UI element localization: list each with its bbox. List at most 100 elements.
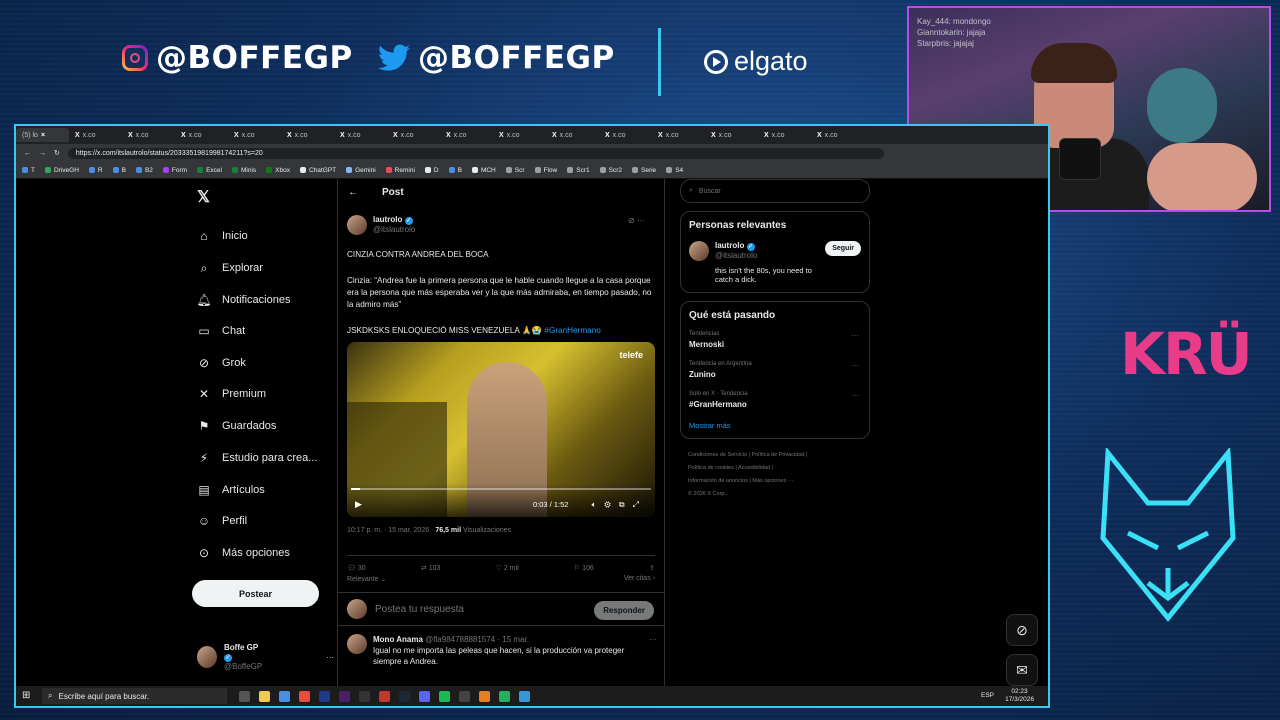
video-player[interactable]: telefe ▶ 0:03 / 1:52 🔈︎⚙︎⧉⤢ bbox=[347, 342, 655, 517]
follow-button[interactable]: Seguir bbox=[825, 241, 861, 256]
reply-input[interactable]: Postea tu respuesta bbox=[375, 604, 464, 615]
task-view-icon[interactable] bbox=[239, 690, 250, 702]
person-row[interactable]: lautrolo ✓ @itslautrolo this isn't the 8… bbox=[689, 241, 861, 284]
tab[interactable]: Xx.co bbox=[122, 128, 175, 142]
grok-icon[interactable]: ⊘ ··· bbox=[628, 216, 645, 225]
tab[interactable]: Xx.co bbox=[546, 128, 599, 142]
more-icon[interactable]: ··· bbox=[851, 331, 859, 340]
tab[interactable]: Xx.co bbox=[440, 128, 493, 142]
nav-more[interactable]: ⊙ Más opciones bbox=[197, 546, 290, 560]
premiere-icon[interactable] bbox=[339, 690, 350, 702]
obs-icon[interactable] bbox=[459, 690, 470, 702]
bookmark-item[interactable]: Flow bbox=[534, 167, 557, 174]
footer-links[interactable]: Condiciones de Servicio | Política de Pr… bbox=[688, 449, 870, 462]
back-arrow-icon[interactable]: ← bbox=[348, 187, 358, 198]
footer-links[interactable]: Información de anuncios | Más opciones ·… bbox=[688, 475, 870, 488]
app-icon[interactable] bbox=[519, 690, 530, 702]
tab[interactable]: Xx.co bbox=[228, 128, 281, 142]
file-explorer-icon[interactable] bbox=[259, 690, 270, 702]
bookmark-item[interactable]: Scr1 bbox=[567, 167, 590, 174]
tab[interactable]: Xx.co bbox=[281, 128, 334, 142]
play-icon[interactable]: ▶ bbox=[355, 499, 362, 510]
more-icon[interactable]: ··· bbox=[851, 361, 859, 370]
footer-links[interactable]: Política de cookies | Accesibilidad | bbox=[688, 462, 870, 475]
share-icon[interactable]: ⇪ bbox=[649, 564, 655, 572]
bookmark-action[interactable]: ⚐ 106 bbox=[574, 564, 594, 572]
epic-games-icon[interactable] bbox=[359, 690, 370, 702]
app-icon[interactable] bbox=[479, 690, 490, 702]
sort-dropdown[interactable]: Relevante ⌄ bbox=[347, 575, 386, 583]
bookmark-item[interactable]: B bbox=[112, 167, 126, 174]
nav-explore[interactable]: ⌕ Explorar bbox=[197, 261, 263, 275]
tab[interactable]: Xx.co bbox=[652, 128, 705, 142]
trend-item[interactable]: Tendencia en Argentina Zunino ··· bbox=[689, 361, 861, 379]
hashtag-link[interactable]: #GranHermano bbox=[544, 326, 600, 335]
video-control-icons[interactable]: 🔈︎⚙︎⧉⤢ bbox=[592, 500, 647, 510]
grok-icon[interactable]: ⊘ bbox=[1006, 614, 1038, 646]
bookmark-item[interactable]: B bbox=[448, 167, 462, 174]
bookmark-item[interactable]: D bbox=[424, 167, 439, 174]
nav-profile[interactable]: ☺ Perfil bbox=[197, 514, 247, 528]
tab[interactable]: Xx.co bbox=[811, 128, 864, 142]
spotify-icon[interactable] bbox=[439, 690, 450, 702]
bookmark-item[interactable]: Scr2 bbox=[599, 167, 622, 174]
bookmark-item[interactable]: MCH bbox=[471, 167, 496, 174]
bookmark-item[interactable]: Scr bbox=[505, 167, 525, 174]
tab[interactable]: Xx.co bbox=[705, 128, 758, 142]
app-icon[interactable] bbox=[379, 690, 390, 702]
bookmark-item[interactable]: ChatGPT bbox=[299, 167, 336, 174]
reply-button[interactable]: Responder bbox=[594, 601, 654, 620]
bookmark-item[interactable]: Serie bbox=[632, 167, 656, 174]
nav-notifications[interactable]: 🔔︎ Notificaciones bbox=[196, 293, 290, 307]
more-icon[interactable]: ··· bbox=[649, 634, 657, 667]
photoshop-icon[interactable] bbox=[319, 690, 330, 702]
bookmark-item[interactable]: Xbox bbox=[266, 167, 290, 174]
tab[interactable]: Xx.co bbox=[69, 128, 122, 142]
search-input[interactable]: ⌕ Buscar bbox=[680, 179, 870, 203]
discord-icon[interactable] bbox=[419, 690, 430, 702]
post-button[interactable]: Postear bbox=[192, 580, 319, 607]
tab[interactable]: Xx.co bbox=[175, 128, 228, 142]
x-logo-icon[interactable]: 𝕏 bbox=[197, 187, 210, 207]
tab[interactable]: Xx.co bbox=[599, 128, 652, 142]
nav-chat[interactable]: ▭ Chat bbox=[197, 324, 245, 338]
app-icon[interactable] bbox=[279, 690, 290, 702]
post-author[interactable]: lautrolo ✓ @itslautrolo bbox=[347, 215, 415, 235]
bookmark-item[interactable]: S4 bbox=[666, 167, 683, 174]
steam-icon[interactable] bbox=[399, 690, 410, 702]
back-icon[interactable]: ← bbox=[24, 150, 31, 157]
repost-action[interactable]: ⇄ 103 bbox=[421, 564, 441, 572]
nav-bookmarks[interactable]: ⚑ Guardados bbox=[197, 419, 277, 433]
tab-active[interactable]: (5) lo × bbox=[16, 128, 69, 142]
account-switcher[interactable]: Boffe GP ✓ @BoffeGP ··· bbox=[197, 643, 334, 671]
trend-item[interactable]: Tendencias Mernoski ··· bbox=[689, 331, 861, 349]
nav-articles[interactable]: ▤ Artículos bbox=[197, 483, 264, 497]
nav-grok[interactable]: ⊘ Grok bbox=[197, 356, 246, 370]
tab[interactable]: Xx.co bbox=[334, 128, 387, 142]
tab[interactable]: Xx.co bbox=[758, 128, 811, 142]
tab[interactable]: Xx.co bbox=[387, 128, 440, 142]
messages-icon[interactable]: ✉ bbox=[1006, 654, 1038, 686]
nav-home[interactable]: ⌂ Inicio bbox=[197, 229, 247, 243]
windows-start-icon[interactable]: ⊞ bbox=[22, 690, 30, 701]
nav-creator-studio[interactable]: ⚡︎ Estudio para crea... bbox=[197, 451, 318, 465]
reply-action[interactable]: 💬︎ 30 bbox=[347, 564, 366, 572]
more-icon[interactable]: ··· bbox=[326, 653, 334, 662]
reply-tweet[interactable]: Mono Anama @fla984788881574 · 15 mar. Ig… bbox=[347, 634, 657, 667]
bookmark-item[interactable]: B2 bbox=[135, 167, 153, 174]
taskbar-search[interactable]: ⌕ Escribe aquí para buscar. bbox=[42, 688, 227, 704]
video-progress-bar[interactable] bbox=[351, 488, 651, 490]
trend-item[interactable]: Solo en X · Tendencia #GranHermano ··· bbox=[689, 391, 861, 409]
bookmark-item[interactable]: Form bbox=[162, 167, 187, 174]
show-more-link[interactable]: Mostrar más bbox=[689, 421, 861, 430]
nav-premium[interactable]: ✕ Premium bbox=[197, 387, 266, 401]
more-icon[interactable]: ··· bbox=[851, 391, 859, 400]
bookmark-item[interactable]: Remini bbox=[385, 167, 415, 174]
chrome-icon[interactable] bbox=[299, 690, 310, 702]
bookmark-item[interactable]: Excel bbox=[197, 167, 222, 174]
quotes-link[interactable]: Ver citas › bbox=[624, 575, 655, 583]
app-icon[interactable] bbox=[499, 690, 510, 702]
bookmark-item[interactable]: T bbox=[22, 167, 35, 174]
reload-icon[interactable]: ↻ bbox=[54, 149, 60, 157]
tab[interactable]: Xx.co bbox=[493, 128, 546, 142]
